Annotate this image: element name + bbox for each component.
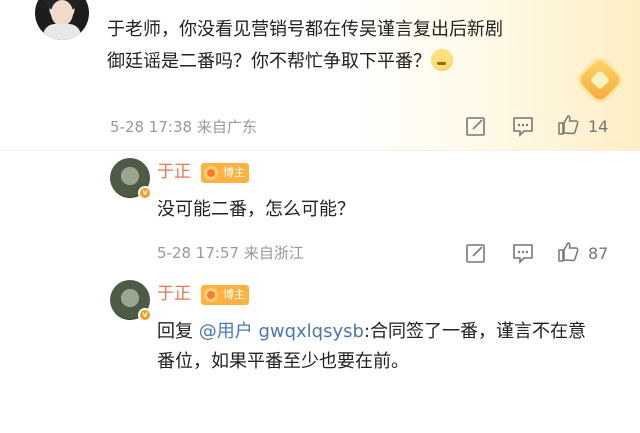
replier-avatar[interactable]: v: [110, 158, 152, 200]
comment-text: 于老师，你没看见营销号都在传吴谨言复出后新剧御廷谣是二番吗？你不帮忙争取下平番？: [107, 19, 503, 72]
divider: [0, 150, 640, 151]
replier-avatar[interactable]: v: [110, 280, 152, 322]
blogger-badge: 博主: [201, 285, 249, 305]
like-icon[interactable]: [557, 241, 579, 263]
comment-source: 来自广东: [196, 118, 257, 136]
emoji-icon: [431, 49, 453, 71]
user-mention-link[interactable]: @用户 gwqxlqsysb: [199, 321, 364, 342]
comment-date: 5-28 17:38: [110, 118, 193, 136]
comment-icon[interactable]: [512, 242, 534, 264]
replier-name[interactable]: 于正: [157, 282, 191, 306]
edit-icon[interactable]: [465, 242, 487, 264]
comment-icon[interactable]: [512, 115, 534, 137]
comment-meta: 5-28 17:38 来自广东: [110, 117, 257, 137]
reply-prefix: 回复: [157, 321, 193, 342]
gem-badge-icon: [577, 57, 623, 103]
verified-icon: v: [138, 308, 152, 322]
reply-text: 回复 @用户 gwqxlqsysb:合同签了一番，谨言不在意番位，如果平番至少也…: [157, 317, 597, 377]
replier-name[interactable]: 于正: [157, 160, 191, 184]
commenter-avatar[interactable]: [35, 0, 89, 40]
like-count: 14: [588, 117, 609, 136]
edit-icon[interactable]: [465, 115, 487, 137]
blogger-badge: 博主: [201, 163, 249, 183]
like-count: 87: [588, 244, 609, 263]
reply-text: 没可能二番，怎么可能？: [157, 199, 355, 220]
reply-date: 5-28 17:57: [157, 244, 240, 262]
verified-icon: v: [138, 186, 152, 200]
reply-meta: 5-28 17:57 来自浙江: [157, 243, 304, 263]
comment-main: 于老师，你没看见营销号都在传吴谨言复出后新剧御廷谣是二番吗？你不帮忙争取下平番？…: [0, 0, 640, 150]
like-icon[interactable]: [557, 114, 579, 136]
reply-source: 来自浙江: [243, 244, 304, 262]
